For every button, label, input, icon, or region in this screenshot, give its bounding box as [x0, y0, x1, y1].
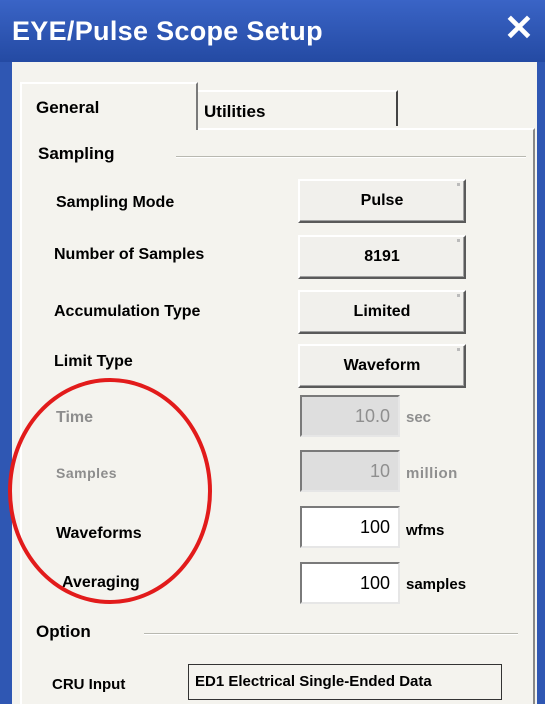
- limit-type-button[interactable]: Waveform: [298, 344, 466, 388]
- averaging-label: Averaging: [62, 574, 140, 591]
- sampling-mode-label: Sampling Mode: [56, 194, 175, 211]
- waveforms-input[interactable]: 100: [300, 506, 400, 548]
- limit-type-value: Waveform: [343, 357, 421, 374]
- number-of-samples-value: 8191: [364, 248, 400, 265]
- cru-input-label: CRU Input: [52, 676, 126, 693]
- sampling-divider: [176, 156, 526, 158]
- sampling-section-header: Sampling: [38, 144, 115, 163]
- tab-utilities-label: Utilities: [204, 102, 266, 121]
- window-border-left: [0, 62, 12, 704]
- window-title: EYE/Pulse Scope Setup: [12, 16, 323, 46]
- close-icon[interactable]: ✕: [501, 10, 537, 48]
- title-bar: EYE/Pulse Scope Setup ✕: [0, 0, 545, 62]
- time-unit: sec: [406, 409, 432, 426]
- accumulation-type-button[interactable]: Limited: [298, 290, 466, 334]
- averaging-unit: samples: [406, 576, 467, 593]
- sampling-mode-button[interactable]: Pulse: [298, 179, 466, 223]
- samples-field: 10: [300, 450, 400, 492]
- time-field: 10.0: [300, 395, 400, 437]
- time-label: Time: [56, 409, 94, 426]
- accumulation-type-value: Limited: [353, 303, 411, 320]
- option-divider: [144, 633, 518, 635]
- number-of-samples-button[interactable]: 8191: [298, 235, 466, 279]
- number-of-samples-label: Number of Samples: [54, 246, 205, 263]
- cru-input-dropdown[interactable]: ED1 Electrical Single-Ended Data: [188, 664, 502, 700]
- option-section-header: Option: [36, 622, 91, 641]
- window-border-right: [537, 62, 545, 704]
- tab-general[interactable]: General: [20, 82, 198, 130]
- accumulation-type-label: Accumulation Type: [54, 303, 201, 320]
- averaging-input[interactable]: 100: [300, 562, 400, 604]
- sampling-mode-value: Pulse: [360, 192, 404, 209]
- tab-utilities[interactable]: Utilities: [198, 90, 398, 126]
- tab-general-label: General: [36, 98, 100, 117]
- samples-label: Samples: [56, 465, 118, 481]
- limit-type-label: Limit Type: [54, 353, 133, 370]
- waveforms-unit: wfms: [406, 522, 445, 539]
- samples-unit: million: [406, 465, 458, 482]
- waveforms-label: Waveforms: [56, 525, 142, 542]
